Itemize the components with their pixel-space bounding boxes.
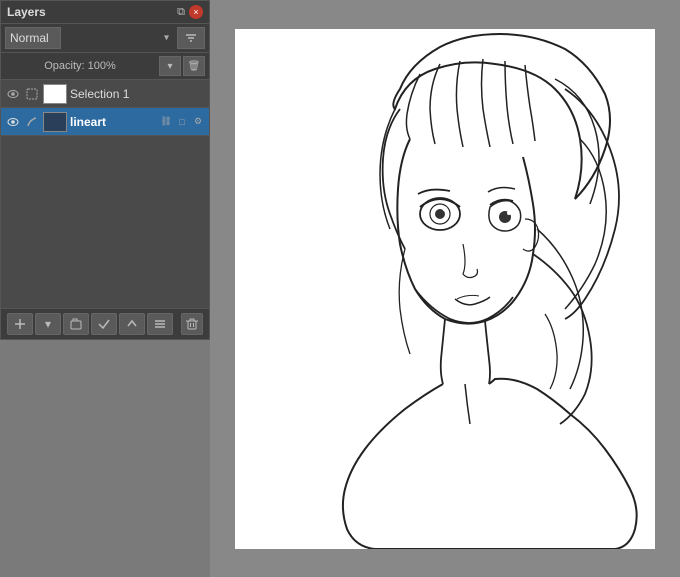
group-layer-button[interactable] (63, 313, 89, 335)
delete-layer-button[interactable] (181, 313, 203, 335)
layer-name-selection1: Selection 1 (70, 87, 205, 101)
check-icon (97, 317, 111, 331)
panel-header-icons: ⧉ × (177, 5, 203, 19)
layer-item-lineart[interactable]: lineart ⛓ □ ⚙ (1, 108, 209, 136)
layer-mask-icon[interactable]: □ (175, 115, 189, 129)
canvas-white (235, 29, 655, 549)
layer-type-icon-selection1 (24, 86, 40, 102)
opacity-row: Opacity: 100% ▾ 🗑 (1, 53, 209, 80)
layer-thumb-selection1 (43, 84, 67, 104)
layer-settings-icon[interactable]: ⚙ (191, 115, 205, 129)
layers-toolbar: ▾ (1, 308, 209, 339)
close-button[interactable]: × (189, 5, 203, 19)
opacity-controls: ▾ 🗑 (159, 56, 205, 76)
eye-icon-lineart (7, 117, 19, 127)
opacity-down-button[interactable]: ▾ (159, 56, 181, 76)
move-up-button[interactable] (119, 313, 145, 335)
filter-icon (184, 31, 198, 45)
blend-mode-select[interactable]: Normal Dissolve Multiply Screen Overlay (5, 27, 61, 49)
detach-icon[interactable]: ⧉ (177, 6, 185, 19)
up-arrow-icon (125, 317, 139, 331)
filter-icon-button[interactable] (177, 27, 205, 49)
toolbar-left: ▾ (7, 313, 173, 335)
layers-panel: Layers ⧉ × Normal Dissolve Multiply Scre… (0, 0, 210, 340)
layer-visibility-selection1[interactable] (5, 86, 21, 102)
layer-visibility-lineart[interactable] (5, 114, 21, 130)
selection-icon (26, 88, 38, 100)
add-icon (13, 317, 27, 331)
opacity-up-button[interactable]: 🗑 (183, 56, 205, 76)
blend-mode-select-wrap: Normal Dissolve Multiply Screen Overlay (5, 27, 173, 49)
trash-icon (185, 317, 199, 331)
panel-header: Layers ⧉ × (1, 1, 209, 24)
layer-type-icon-lineart (24, 114, 40, 130)
menu-button[interactable] (147, 313, 173, 335)
layer-name-lineart: lineart (70, 115, 156, 129)
menu-icon (153, 317, 167, 331)
add-layer-dropdown[interactable]: ▾ (35, 313, 61, 335)
blend-mode-row: Normal Dissolve Multiply Screen Overlay (1, 24, 209, 53)
layers-list: Selection 1 lineart ⛓ □ ⚙ (1, 80, 209, 308)
check-button[interactable] (91, 313, 117, 335)
paint-icon (26, 116, 38, 128)
add-layer-button[interactable] (7, 313, 33, 335)
layer-thumb-lineart (43, 112, 67, 132)
layer-link-icon[interactable]: ⛓ (159, 115, 173, 129)
eye-icon (7, 89, 19, 99)
opacity-label: Opacity: 100% (5, 60, 155, 72)
drawing-canvas (235, 29, 655, 549)
panel-title: Layers (7, 5, 46, 19)
layer-item-selection1[interactable]: Selection 1 (1, 80, 209, 108)
canvas-area (210, 0, 680, 577)
group-icon (69, 317, 83, 331)
layer-actions-lineart: ⛓ □ ⚙ (159, 115, 205, 129)
